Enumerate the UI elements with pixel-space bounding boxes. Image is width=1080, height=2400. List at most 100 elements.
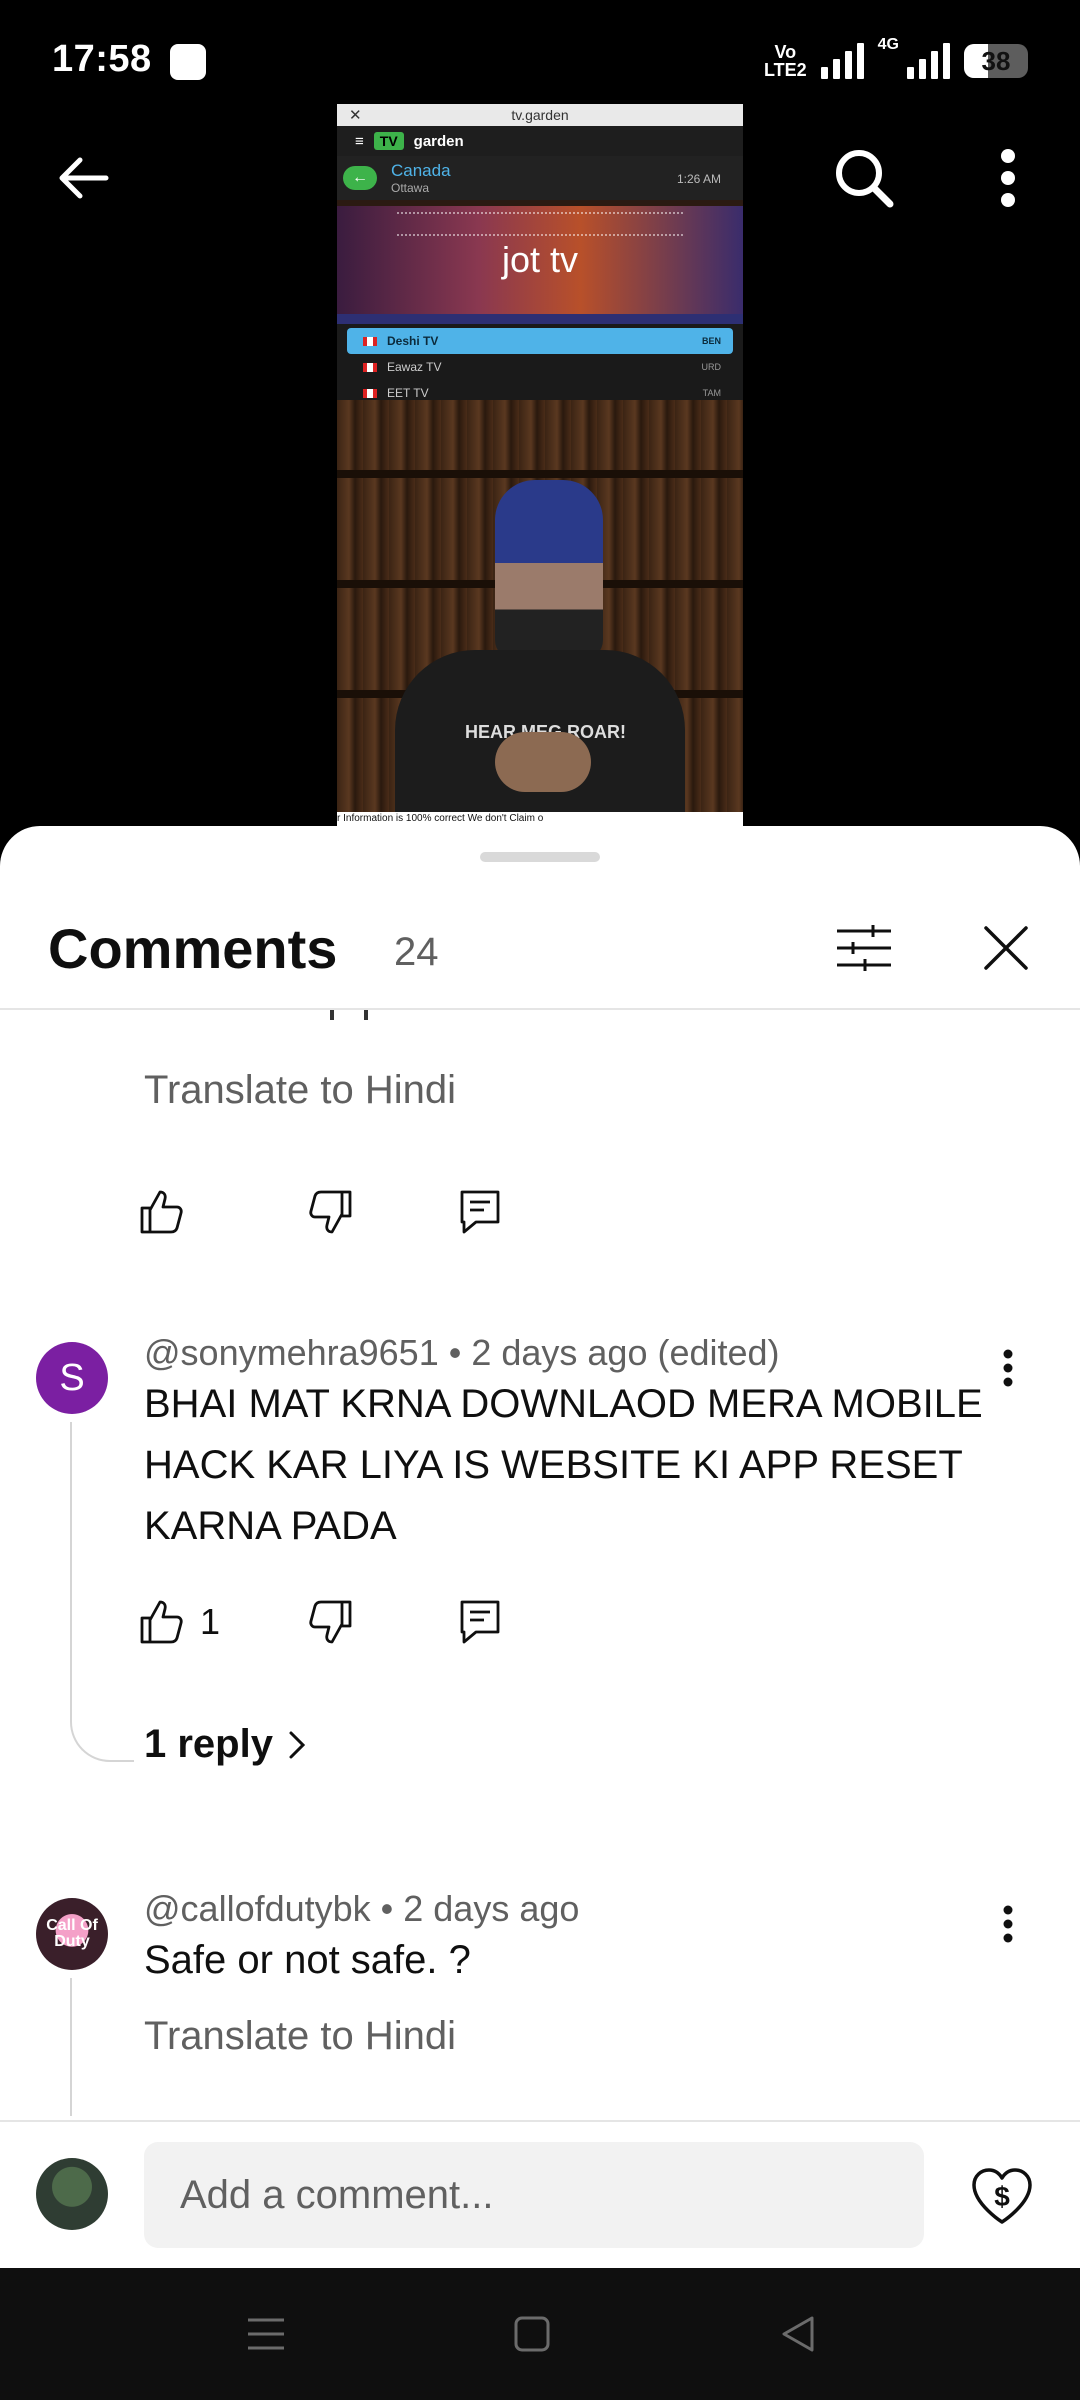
video-channel-item: Eawaz TV URD (347, 354, 733, 380)
svg-text:$: $ (994, 2181, 1010, 2212)
comment-text: Safe or not safe. ? (144, 1938, 471, 1982)
add-comment-input[interactable] (144, 2142, 924, 2248)
comment-actions (138, 1182, 502, 1242)
like-button[interactable]: 1 (138, 1592, 306, 1652)
reply-button[interactable] (458, 1592, 502, 1652)
video-brand: garden (413, 132, 464, 150)
presenter-body: HEAR MEG ROAR! (395, 650, 685, 826)
thumb-up-icon (140, 1190, 183, 1234)
video-channel-lang: BEN (701, 336, 721, 346)
add-comment-bar: $ (0, 2120, 1080, 2268)
thumb-down-icon (309, 1190, 352, 1234)
more-options-button[interactable] (958, 128, 1058, 228)
like-button[interactable] (138, 1182, 306, 1242)
reply-button[interactable] (458, 1182, 502, 1242)
avatar-letter: S (59, 1356, 85, 1399)
back-arrow-icon (59, 157, 109, 199)
comment-time: 2 days ago (edited) (471, 1332, 780, 1373)
video-bottom-ticker: r Information is 100% correct We don't C… (337, 812, 743, 826)
comments-title: Comments (48, 917, 338, 980)
translate-link[interactable]: Translate to Hindi (144, 2014, 456, 2059)
home-square-icon (514, 2316, 550, 2352)
thumb-down-icon (309, 1600, 352, 1644)
filter-icon (837, 925, 891, 971)
dislike-button[interactable] (306, 1592, 458, 1652)
drag-handle[interactable] (480, 852, 600, 862)
video-url: tv.garden (511, 107, 569, 123)
search-icon (836, 150, 894, 208)
thanks-heart-dollar-icon: $ (972, 2168, 1032, 2224)
video-channel-name: Eawaz TV (387, 360, 442, 374)
video-channel-name: Deshi TV (387, 334, 439, 348)
clipped-text-fragment (330, 1010, 400, 1020)
comment-meta: @callofdutybk • 2 days ago (144, 1888, 579, 1930)
volte-label-top: Vo (774, 42, 797, 62)
video-back-glyph: ← (343, 166, 377, 190)
video-presenter-scene: HEAR MEG ROAR! r Information is 100% cor… (337, 400, 743, 826)
video-channel-item: Deshi TV BEN (347, 328, 733, 354)
more-vert-icon (1001, 149, 1015, 207)
home-button[interactable] (496, 2298, 568, 2370)
notification-app-icon (170, 44, 206, 80)
video-channel-name: EET TV (387, 386, 429, 400)
meta-separator: • (370, 1888, 404, 1929)
video-browser-urlbar: ✕ tv.garden (337, 104, 743, 126)
volte-label-bottom: LTE2 (763, 60, 807, 80)
comments-header: Comments 24 (0, 886, 1080, 1010)
status-bar: 17:58 Vo LTE2 4G 38 (0, 0, 1080, 120)
video-presenter: HEAR MEG ROAR! (395, 480, 685, 826)
video-player[interactable]: ✕ tv.garden ≡ TV garden ← Canada Ottawa … (337, 104, 743, 826)
back-button[interactable] (34, 128, 134, 228)
status-time: 17:58 (52, 38, 152, 80)
recents-button[interactable] (230, 2298, 302, 2370)
video-city: Ottawa (391, 180, 430, 195)
comment-text: BHAI MAT KRNA DOWNLAOD MERA MOBILE HACK … (144, 1382, 983, 1548)
bookshelf (337, 470, 743, 478)
video-menu-glyph: ≡ (355, 132, 364, 150)
comment-author[interactable]: @sonymehra9651 (144, 1332, 439, 1373)
view-replies-button[interactable]: 1 reply (144, 1722, 307, 1767)
search-button[interactable] (814, 128, 914, 228)
thread-line (70, 1978, 72, 2116)
video-banner-fine-print (397, 212, 683, 236)
comments-sheet: Comments 24 Translate to Hindi S @sonyme… (0, 826, 1080, 2268)
video-close-glyph: ✕ (349, 107, 362, 124)
comment-time: 2 days ago (403, 1888, 580, 1929)
signal-strength-icon-2 (907, 43, 950, 79)
video-channel-banner: jot tv (337, 206, 743, 314)
video-channel-lang: TAM (702, 388, 721, 398)
volte-indicator: Vo LTE2 (764, 43, 807, 79)
signal-strength-icon-1 (820, 43, 864, 79)
video-channel-lang: URD (701, 362, 722, 372)
comment-actions: 1 (138, 1592, 502, 1652)
canada-flag-icon (363, 388, 377, 398)
sort-filter-button[interactable] (824, 908, 904, 988)
network-type: 4G (877, 36, 899, 53)
system-navigation-bar (0, 2268, 1080, 2400)
avatar[interactable]: Call Of Duty (36, 1898, 108, 1970)
avatar-text: Call Of Duty (46, 1917, 98, 1950)
presenter-head-pixelated (495, 480, 603, 660)
translate-link[interactable]: Translate to Hindi (144, 1068, 456, 1113)
close-icon (984, 926, 1028, 970)
comments-count: 24 (394, 930, 439, 974)
reply-icon (460, 1190, 500, 1234)
dislike-button[interactable] (306, 1182, 458, 1242)
chevron-right-icon (289, 1731, 306, 1758)
user-avatar[interactable] (36, 2158, 108, 2230)
battery-level: 38 (981, 45, 1011, 76)
close-comments-button[interactable] (966, 908, 1046, 988)
thread-line (70, 1422, 72, 1722)
video-country-row: ← Canada Ottawa 1:26 AM (337, 156, 743, 200)
comment-author[interactable]: @callofdutybk (144, 1888, 371, 1929)
system-back-button[interactable] (762, 2298, 834, 2370)
comments-list[interactable]: Translate to Hindi S @sonymehra9651 • 2 … (0, 1010, 1080, 2116)
video-brand-badge: TV (373, 132, 404, 150)
avatar[interactable]: S (36, 1342, 108, 1414)
comment-meta: @sonymehra9651 • 2 days ago (edited) (144, 1332, 780, 1374)
menu-icon (248, 2318, 284, 2350)
back-triangle-icon (782, 2316, 814, 2352)
thanks-button[interactable]: $ (960, 2154, 1044, 2238)
replies-label: 1 reply (144, 1722, 273, 1766)
video-country: Canada (391, 160, 451, 180)
